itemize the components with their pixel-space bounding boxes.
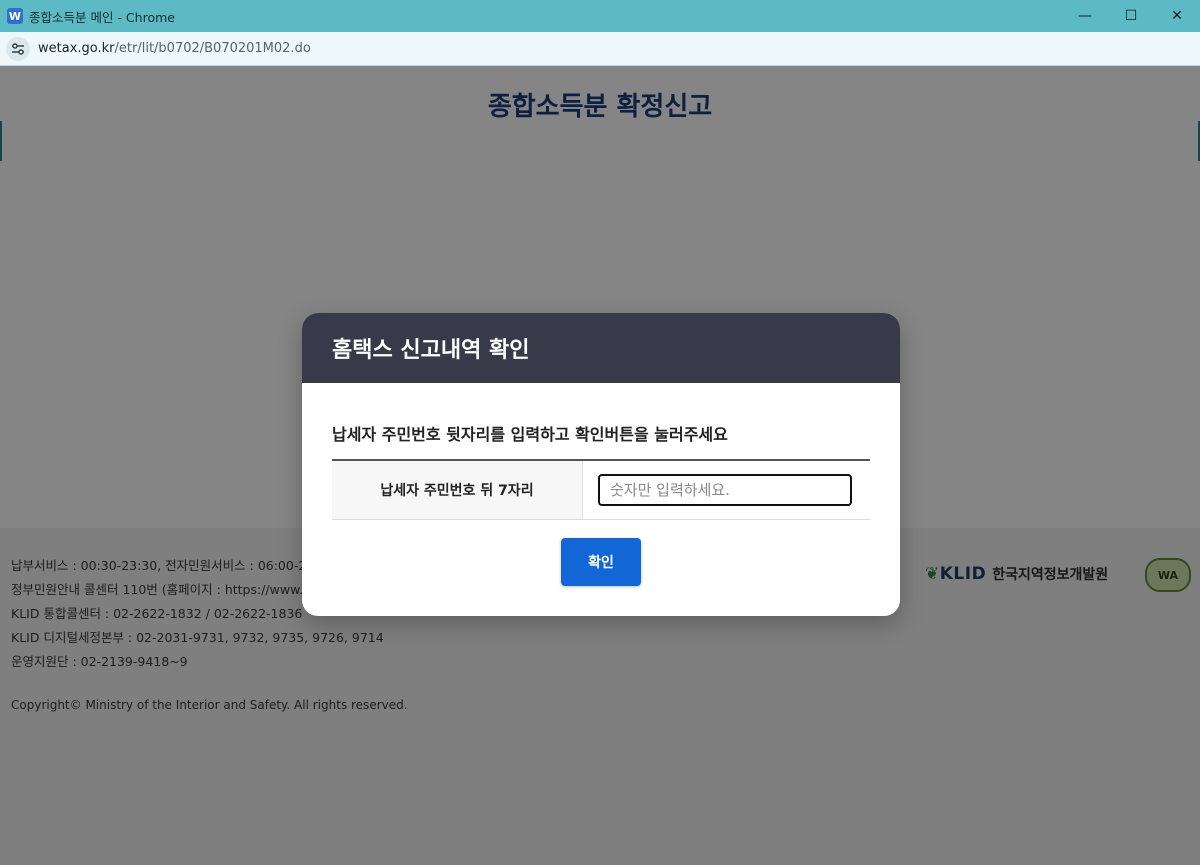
rrn-form-row: 납세자 주민번호 뒤 7자리 — [332, 459, 870, 520]
rrn-field-cell — [583, 461, 870, 519]
tune-icon[interactable] — [6, 36, 30, 61]
window-titlebar: W 종합소득분 메인 - Chrome — ☐ ✕ — [0, 0, 1200, 32]
maximize-button[interactable]: ☐ — [1108, 0, 1154, 32]
confirm-button[interactable]: 확인 — [561, 538, 641, 586]
app-icon: W — [7, 8, 23, 24]
minimize-button[interactable]: — — [1062, 0, 1108, 32]
rrn-field-label: 납세자 주민번호 뒤 7자리 — [332, 461, 583, 519]
dialog-header: 홈택스 신고내역 확인 — [302, 313, 900, 383]
dialog-title: 홈택스 신고내역 확인 — [332, 338, 530, 363]
window-title: 종합소득분 메인 - Chrome — [29, 9, 175, 25]
url-text[interactable]: wetax.go.kr/etr/lit/b0702/B070201M02.do — [38, 41, 311, 56]
rrn-input[interactable] — [598, 474, 852, 506]
close-button[interactable]: ✕ — [1154, 0, 1200, 32]
window-controls: — ☐ ✕ — [1062, 0, 1200, 32]
rrn-confirm-dialog: 홈택스 신고내역 확인 납세자 주민번호 뒷자리를 입력하고 확인버튼을 눌러주… — [302, 313, 900, 616]
dialog-instruction: 납세자 주민번호 뒷자리를 입력하고 확인버튼을 눌러주세요 — [332, 425, 728, 444]
url-path: /etr/lit/b0702/B070201M02.do — [114, 41, 311, 56]
url-host: wetax.go.kr — [38, 41, 115, 56]
address-bar[interactable]: wetax.go.kr/etr/lit/b0702/B070201M02.do — [0, 32, 1200, 66]
